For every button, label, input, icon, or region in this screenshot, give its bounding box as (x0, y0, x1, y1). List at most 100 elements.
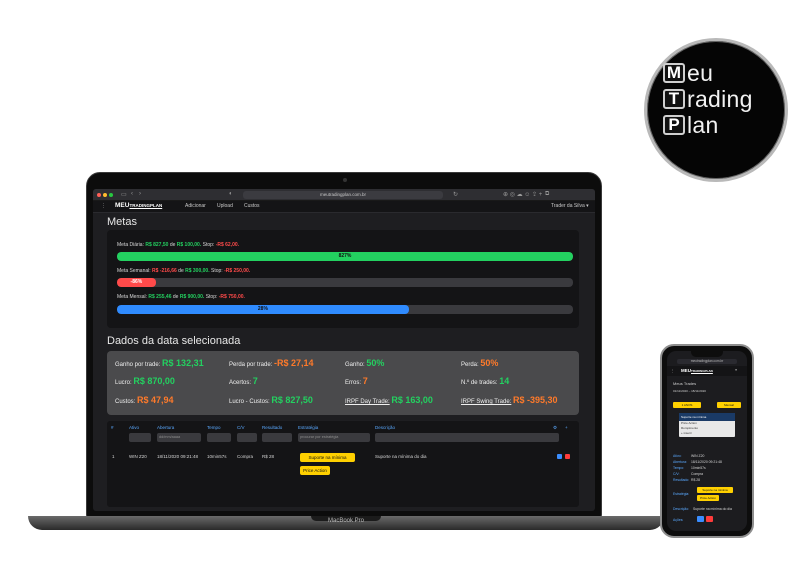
filter-estrategia[interactable]: procurar por estratégia (298, 433, 370, 442)
nav-upload[interactable]: Upload (217, 203, 233, 209)
meta-mensal-target: R$ 900,00. (179, 294, 205, 300)
filter-resultado[interactable] (262, 433, 292, 442)
reload-icon[interactable]: ↻ (453, 191, 458, 198)
settings-gear-icon[interactable]: ⚙ (553, 425, 557, 431)
add-row-icon[interactable]: + (565, 425, 568, 430)
phone-strategy-dropdown[interactable]: Suporte na mínima Price Action Rompiment… (679, 413, 735, 437)
user-menu[interactable]: Trader da Silva ▾ (551, 203, 589, 209)
meta-semanal-value: R$ -216,66 (152, 268, 177, 274)
phone-hamburger-icon[interactable]: ≡ (735, 368, 737, 372)
nav-custos[interactable]: Custos (244, 203, 260, 209)
tabs-overview-icon[interactable]: ⧉ (545, 191, 549, 198)
phone-label-cv: C/V: (673, 472, 680, 476)
cell-resultado: R$ 28 (262, 454, 275, 459)
stat-numero-de-trades: N.º de trades: 14 (461, 376, 509, 386)
meta-diaria-stop-label: Stop: (202, 242, 215, 248)
stat-value: R$ 47,94 (137, 395, 174, 405)
extensions-icon[interactable]: ⊕ ◎ ☁ ☺ ⇪ + (503, 191, 542, 198)
phone-strategy-tag-price-action[interactable]: Price Action (697, 495, 719, 501)
stat-value: 7 (252, 376, 258, 386)
col-header-estrategia[interactable]: Estratégia (298, 425, 318, 430)
stat-value: R$ 132,31 (162, 358, 204, 368)
address-bar[interactable]: meutradingplan.com.br (243, 191, 443, 199)
phone-dropdown-item[interactable]: + inserir (681, 431, 692, 435)
phone-navbar: ⋮ MEUTRADINGPLAN ≡ (667, 366, 747, 376)
meta-diaria-de: de (169, 242, 176, 248)
meta-mensal-stop: -R$ 750,00. (218, 294, 245, 300)
phone-value-ativo: WIN Z20 (691, 454, 705, 458)
stat-ganho-por-trade: Ganho por trade: R$ 132,31 (115, 358, 204, 368)
meta-diaria-bar: 827% (117, 252, 573, 261)
phone-notch (691, 351, 723, 357)
back-icon[interactable]: ‹ (131, 191, 133, 197)
stat-label: Perda: (461, 362, 479, 368)
stat-lucro: Lucro: R$ 870,00 (115, 376, 175, 386)
filter-cv[interactable] (237, 433, 257, 442)
delete-icon[interactable] (565, 454, 570, 459)
meta-mensal-title: Meta Mensal: (117, 294, 148, 300)
stat-value: R$ 870,00 (133, 376, 175, 386)
phone-menu-icon[interactable]: ⋮ (671, 369, 675, 373)
phone-filter-right[interactable]: Mensal (717, 402, 741, 408)
phone-filter-left[interactable]: 1 ANOS (673, 402, 701, 408)
browser-toolbar: ▭ ‹ › ◐ meutradingplan.com.br ↻ ⊕ ◎ ☁ ☺ … (93, 189, 595, 201)
maximize-window-button[interactable] (109, 193, 113, 197)
metas-title: Metas (107, 216, 137, 228)
smartphone: meutradingplan.com.br ⋮ MEUTRADINGPLAN ≡… (660, 344, 754, 538)
filter-descricao[interactable] (375, 433, 559, 442)
meta-semanal-fill: -86% (117, 278, 156, 287)
stat-irpf-swing-trade: IRPF Swing Trade: R$ -395,30 (461, 395, 558, 405)
col-header-descricao[interactable]: Descrição (375, 425, 395, 430)
minimize-window-button[interactable] (103, 193, 107, 197)
brand-logo[interactable]: MEUTRADINGPLAN (115, 202, 162, 209)
phone-dropdown-item[interactable]: Rompimento (681, 426, 698, 430)
meta-semanal-stop: -R$ 250,00. (224, 268, 251, 274)
col-header-abertura[interactable]: Abertura (157, 425, 174, 430)
logo-letter-t: T (663, 89, 685, 109)
meta-mensal-stop-label: Stop: (205, 294, 218, 300)
phone-dropdown-item[interactable]: Suporte na mínima (681, 415, 706, 419)
col-header-resultado[interactable]: Resultado (262, 425, 282, 430)
phone-value-tempo: 10min57s (691, 466, 706, 470)
privacy-shield-icon[interactable]: ◐ (229, 191, 233, 197)
laptop-model-label: MacBook Pro (327, 518, 364, 524)
meta-diaria-stop: -R$ 62,00. (215, 242, 240, 248)
phone-strategy-tag-suporte[interactable]: Suporte na mínima (697, 487, 733, 493)
stat-perda: Perda: 50% (461, 358, 498, 368)
brand-sub: TRADINGPLAN (129, 203, 163, 208)
menu-toggle-icon[interactable]: ⋮ (101, 203, 106, 209)
filter-abertura[interactable]: dd/mm/aaaa (157, 433, 201, 442)
strategy-tag-price-action[interactable]: Price Action (300, 466, 330, 475)
col-header-tempo[interactable]: Tempo (207, 425, 221, 430)
meta-mensal-value: R$ 255,46 (148, 294, 172, 300)
phone-brand-sub: TRADINGPLAN (691, 369, 713, 373)
phone-address-bar[interactable]: meutradingplan.com.br (677, 359, 737, 364)
meta-diaria-value: R$ 827,50 (145, 242, 169, 248)
phone-delete-icon[interactable] (706, 516, 713, 522)
meta-semanal-de: de (178, 268, 184, 274)
stat-label[interactable]: IRPF Day Trade: (345, 399, 390, 405)
phone-value-descricao: Suporte na mínima do dia (693, 507, 732, 511)
col-header-cv[interactable]: C/V (237, 425, 245, 430)
edit-icon[interactable] (557, 454, 562, 459)
nav-adicionar[interactable]: Adicionar (185, 203, 206, 209)
phone-brand[interactable]: MEUTRADINGPLAN (681, 368, 713, 373)
phone-dropdown-item[interactable]: Price Action (681, 421, 697, 425)
forward-icon[interactable]: › (139, 191, 141, 197)
filter-tempo[interactable] (207, 433, 231, 442)
strategy-tag-suporte[interactable]: Suporte na mínima (300, 453, 355, 462)
phone-label-abertura: Abertura: (673, 460, 687, 464)
stat-label: Lucro - Custos: (229, 399, 270, 405)
filter-ativo[interactable] (129, 433, 151, 442)
close-window-button[interactable] (97, 193, 101, 197)
laptop-screen: ▭ ‹ › ◐ meutradingplan.com.br ↻ ⊕ ◎ ☁ ☺ … (93, 189, 595, 511)
col-header-num[interactable]: # (111, 425, 114, 430)
col-header-ativo[interactable]: Ativo (129, 425, 139, 430)
stat-label[interactable]: IRPF Swing Trade: (461, 399, 511, 405)
logo-row-3: P lan (663, 114, 719, 137)
phone-screen: meutradingplan.com.br ⋮ MEUTRADINGPLAN ≡… (667, 351, 747, 531)
stat-perda-por-trade: Perda por trade: -R$ 27,14 (229, 358, 314, 368)
sidebar-icon[interactable]: ▭ (121, 191, 127, 198)
phone-edit-icon[interactable] (697, 516, 704, 522)
app-navbar: ⋮ MEUTRADINGPLAN Adicionar Upload Custos… (93, 201, 595, 213)
